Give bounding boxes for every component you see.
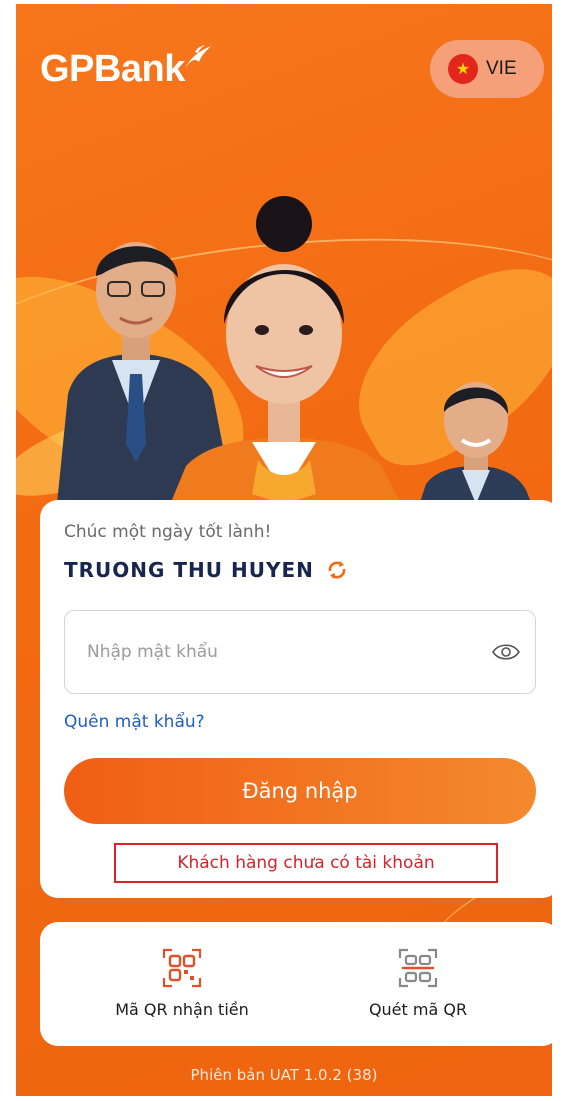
app-version-text: Phiên bản UAT 1.0.2 (38) <box>190 1066 378 1084</box>
man-right-figure <box>416 382 536 514</box>
qr-scan-label: Quét mã QR <box>368 1000 468 1019</box>
vietnam-flag-icon: ★ <box>448 54 478 84</box>
user-name: TRUONG THU HUYEN <box>64 558 314 582</box>
woman-center-figure <box>166 196 406 514</box>
login-screen: GPBank ★ VIE Chúc một ngày tốt lành! TRU… <box>16 4 552 1096</box>
user-row: TRUONG THU HUYEN <box>64 558 348 582</box>
language-label: VIE <box>486 58 517 79</box>
qr-scan-button[interactable]: Quét mã QR <box>318 948 518 1019</box>
forgot-password-link[interactable]: Quên mật khẩu? <box>64 712 205 732</box>
language-switch-button[interactable]: ★ VIE <box>430 40 544 98</box>
qr-receive-money-button[interactable]: Mã QR nhận tiền <box>82 948 282 1019</box>
eye-icon[interactable] <box>491 639 521 665</box>
qr-code-icon <box>162 948 202 988</box>
greeting-text: Chúc một ngày tốt lành! <box>64 522 272 542</box>
logo-wing-icon <box>184 45 211 68</box>
login-card: Chúc một ngày tốt lành! TRUONG THU HUYEN… <box>40 500 552 898</box>
logo-text: GPBank <box>40 48 185 90</box>
qr-receive-label: Mã QR nhận tiền <box>115 1000 249 1019</box>
login-button[interactable]: Đăng nhập <box>64 758 536 824</box>
qr-scan-icon <box>398 948 438 988</box>
refresh-icon[interactable] <box>326 559 348 581</box>
gpbank-logo: GPBank <box>40 45 213 91</box>
hero-people-illustration <box>56 196 536 514</box>
password-field[interactable] <box>64 610 536 694</box>
no-account-link[interactable]: Khách hàng chưa có tài khoản <box>114 843 498 883</box>
password-input[interactable] <box>87 611 467 693</box>
quick-actions-card: Mã QR nhận tiền Quét mã QR <box>40 922 552 1046</box>
